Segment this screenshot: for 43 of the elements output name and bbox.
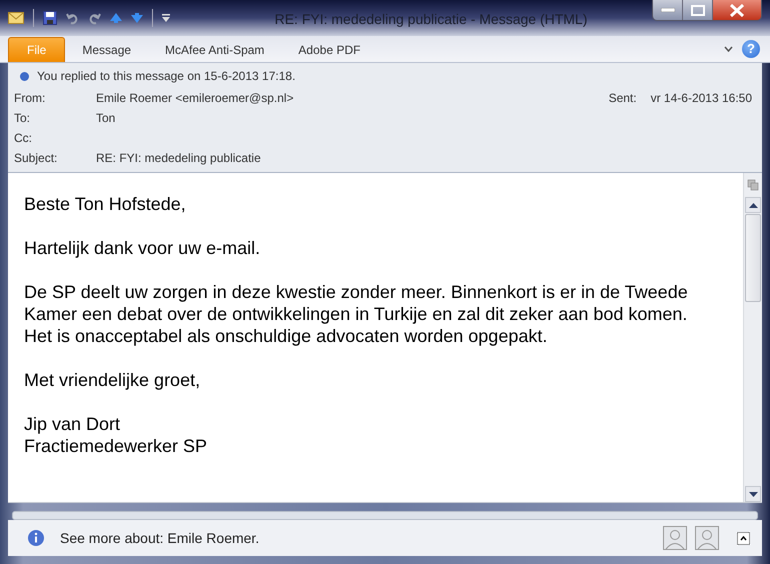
customize-menu-icon[interactable] <box>162 14 170 22</box>
chevron-icon[interactable] <box>724 46 733 52</box>
message-text: Hartelijk dank voor uw e-mail. <box>24 237 262 259</box>
message-text: Beste Ton Hofstede, <box>24 193 187 215</box>
info-icon <box>28 530 44 546</box>
field-label: Cc: <box>14 131 33 145</box>
scroll-thumb[interactable] <box>745 214 761 302</box>
field-label: To: <box>14 111 32 125</box>
ribbon-tab[interactable]: Message <box>65 38 148 62</box>
info-message: You replied to this message on 15-6-2013 17:18. <box>37 69 296 83</box>
people-pane-text: See more about: Emile Roemer. <box>60 530 260 546</box>
message-text: Met vriendelijke groet, <box>24 369 202 391</box>
expand-icon[interactable] <box>737 532 750 544</box>
field-label: From: <box>14 91 46 105</box>
scroll-up-button[interactable] <box>745 197 761 213</box>
window-title: RE: FYI: mededeling publicatie - Message (HTML) <box>274 11 588 27</box>
up-arrow-icon[interactable] <box>110 13 122 23</box>
up-triangle-icon <box>748 202 758 208</box>
message-text: De SP deelt uw zorgen in deze kwestie zonder meer. Binnenkort is er in de Tweede Kamer een debat over de ontwikkelingen in Turkije en zal dit zeker aan bod komen. Het is onacceptabel als onschuldige advocaten worden opgepakt. <box>24 281 689 347</box>
message-text: Jip van Dort <box>24 413 122 435</box>
scrollbar[interactable] <box>743 173 762 502</box>
field-label: Subject: <box>14 151 58 165</box>
scroll-down-button[interactable] <box>745 486 761 502</box>
message-text: Fractiemedewerker SP <box>24 435 208 457</box>
down-arrow-icon[interactable] <box>131 13 143 23</box>
maximize-button[interactable] <box>683 0 713 20</box>
close-icon <box>729 4 745 16</box>
undo-icon[interactable] <box>66 12 79 24</box>
save-icon[interactable] <box>43 11 57 25</box>
minimize-button[interactable] <box>653 0 683 20</box>
field-label: Sent: <box>608 91 637 105</box>
field-value: vr 14-6-2013 16:50 <box>650 91 752 105</box>
ribbon-tab[interactable]: Adobe PDF <box>281 38 378 62</box>
field-value: RE: FYI: mededeling publicatie <box>96 151 261 165</box>
redo-icon[interactable] <box>88 12 101 24</box>
info-icon <box>20 72 29 80</box>
maximize-icon <box>690 4 704 16</box>
field-value: Emile Roemer <emileroemer@sp.nl> <box>96 91 294 105</box>
close-button[interactable] <box>713 0 761 20</box>
minimize-icon <box>660 8 674 12</box>
field-value: Ton <box>96 111 116 125</box>
down-triangle-icon <box>748 492 758 496</box>
ribbon-tab[interactable]: McAfee Anti-Spam <box>148 38 282 62</box>
